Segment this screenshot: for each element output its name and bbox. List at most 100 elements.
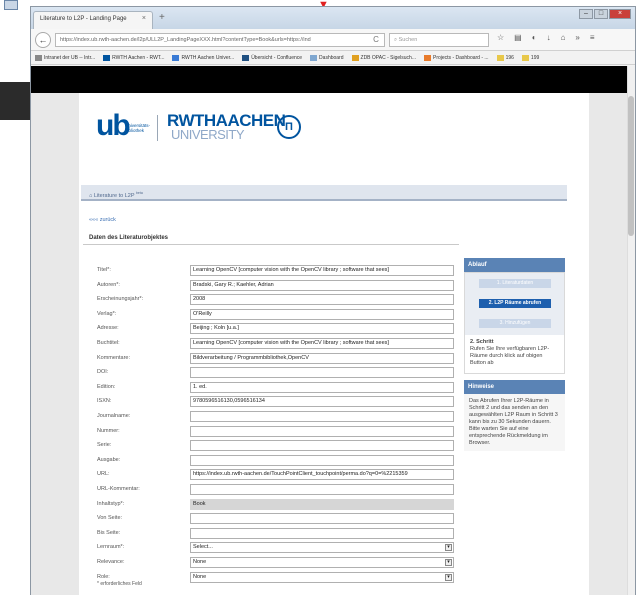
bookmark-label: RWTH Aachen - RWT... [112,55,165,61]
bookmark-icon [496,54,504,61]
minimize-icon[interactable]: – [579,9,593,19]
reload-icon[interactable]: C [367,33,385,47]
bookmark-arrow-icon[interactable]: » [575,33,579,42]
text-field[interactable]: 9780596516130,0596516134 [190,396,454,408]
maximize-icon[interactable]: □ [594,9,608,19]
background-window-panel [0,82,30,120]
pocket-icon[interactable]: ◐ [532,33,537,42]
bookmark-item[interactable]: ZDB OPAC - Sigelsuch... [351,51,416,64]
select-field[interactable]: None ▾ [190,557,454,568]
text-field[interactable] [190,454,454,466]
bookmark-icon [424,54,431,61]
bookmark-item[interactable]: RWTH Aachen - RWT... [103,51,164,64]
bookmark-item[interactable]: Dashboard [310,51,344,64]
form-row: URL-Kommentar: [83,483,459,497]
text-field[interactable]: Learning OpenCV [computer vision with th… [190,265,454,276]
search-input[interactable]: ⌕ Suchen [389,33,489,47]
field-value: Select... [193,544,213,551]
download-icon[interactable]: ↓ [547,33,551,42]
form-row: Von Seite: [83,512,459,526]
field-value: None [193,573,207,580]
scrollbar-thumb[interactable] [628,96,634,236]
text-field[interactable]: O'Reilly [190,308,454,320]
chevron-down-icon[interactable]: ▾ [445,559,452,566]
form-row: DOI: [83,366,459,380]
form-row: Autoren*: Bradski, Gary R.; Kaehler, Adri… [83,279,459,293]
form-row: Bis Seite: [83,527,459,541]
page-viewport: ub Universitäts-bibliothek RWTHAACHEN UN… [31,66,635,595]
text-field[interactable] [190,411,454,422]
field-value: 2008 [193,296,206,303]
bookmark-icon [103,54,111,61]
field-label: Relevance: [97,559,125,565]
field-value: O'Reilly [193,310,212,317]
window-close-icon[interactable]: × [609,9,631,19]
steps-list: 1. Literaturdaten 2. L2P Räume abrufen 3. … [465,273,564,335]
text-field[interactable] [190,513,454,525]
desktop: ▼ Literature to L2P - Landing Page × + –… [0,0,636,595]
bookmark-item[interactable]: Projects - Dashboard - ... [424,51,489,64]
text-field[interactable]: Beijing ; Koln [u.a.] [190,323,454,335]
field-label: Nummer: [97,427,120,434]
step-button[interactable]: 2. L2P Räume abrufen [479,299,551,308]
field-label: URL: [97,471,110,478]
chevron-down-icon[interactable]: ▾ [445,573,452,581]
sidebar: Ablauf 1. Literaturdaten 2. L2P Räume abr… [464,258,565,451]
form-row: Journalname: [83,410,459,424]
step-button[interactable]: 3. Hinzufügen [479,319,551,328]
step-text: Rufen Sie Ihre verfügbaren L2P-Räume dur… [470,346,550,366]
step-button[interactable]: 1. Literaturdaten [479,279,551,288]
text-field[interactable]: 2008 [190,294,454,306]
text-field[interactable]: Bildverarbeitung / Programmbibliothek,Op… [190,352,454,364]
url-bar[interactable]: https://index.ub.rwth-aachen.de/l2p/ULL2… [55,33,385,47]
field-value: None [193,559,207,565]
select-field[interactable]: Select... ▾ [190,542,454,554]
field-label: Kommentare: [97,354,131,361]
text-field[interactable] [190,484,454,495]
field-label: Von Seite: [97,515,123,522]
chevron-down-icon[interactable]: ▾ [445,544,452,552]
field-value: https://index.ub.rwth-aachen.de/TouchPoi… [193,471,408,478]
step-title: 2. Schritt [470,339,494,345]
field-label: Autoren*: [97,281,120,288]
back-button[interactable]: ← [35,32,51,48]
bookmark-item[interactable]: Intranet der UB -- Intr... [35,51,95,64]
bookmark-icon [521,54,529,61]
scrollbar[interactable] [627,66,635,595]
bookmark-item[interactable]: RWTH Aachen Univer... [172,51,234,64]
text-field[interactable]: https://index.ub.rwth-aachen.de/TouchPoi… [190,469,454,481]
back-link[interactable]: ««« zurück [89,217,116,223]
text-field[interactable] [190,367,454,379]
close-tab-icon[interactable]: × [142,15,146,22]
text-field[interactable] [190,425,454,437]
bookmark-item[interactable]: 199 [521,51,540,64]
window-icon [4,0,18,10]
field-label: Buchtitel: [97,340,120,346]
text-field[interactable]: Bradski, Gary R.; Kaehler, Adrian [190,279,454,291]
star-icon[interactable]: ☆ [497,33,504,42]
text-field[interactable] [190,527,454,539]
form-row: URL: https://index.ub.rwth-aachen.de/Touc… [83,468,459,482]
browser-tab[interactable]: Literature to L2P - Landing Page × [33,11,153,29]
field-label: URL-Kommentar: [97,486,140,492]
menu-icon[interactable]: ≡ [590,33,595,42]
bookmark-icon [172,54,180,61]
text-field[interactable] [190,440,454,452]
reading-list-icon[interactable]: ▤ [514,33,522,42]
form-row: Buchtitel: Learning OpenCV [computer visi… [83,337,459,351]
bookmark-item[interactable]: Übersicht - Confluence [242,51,302,64]
breadcrumb-link[interactable]: Literature to L2P [94,193,135,199]
home-icon[interactable]: ⌂ [561,33,566,42]
field-label: Lernraum*: [97,544,125,551]
bookmark-label: ZDB OPAC - Sigelsuch... [360,55,416,61]
field-value: Learning OpenCV [computer vision with th… [193,340,389,346]
select-field[interactable]: None ▾ [190,571,454,583]
bookmark-item[interactable]: 196 [496,51,514,64]
bookmark-label: RWTH Aachen Univer... [181,55,235,61]
text-field[interactable]: 1. ed. [190,381,454,393]
text-field[interactable]: Learning OpenCV [computer vision with th… [190,338,454,349]
new-tab-button[interactable]: + [159,12,165,23]
form-row: Adresse: Beijing ; Koln [u.a.] [83,322,459,336]
bookmark-label: 199 [530,55,540,61]
field-label: Titel*: [97,267,111,273]
